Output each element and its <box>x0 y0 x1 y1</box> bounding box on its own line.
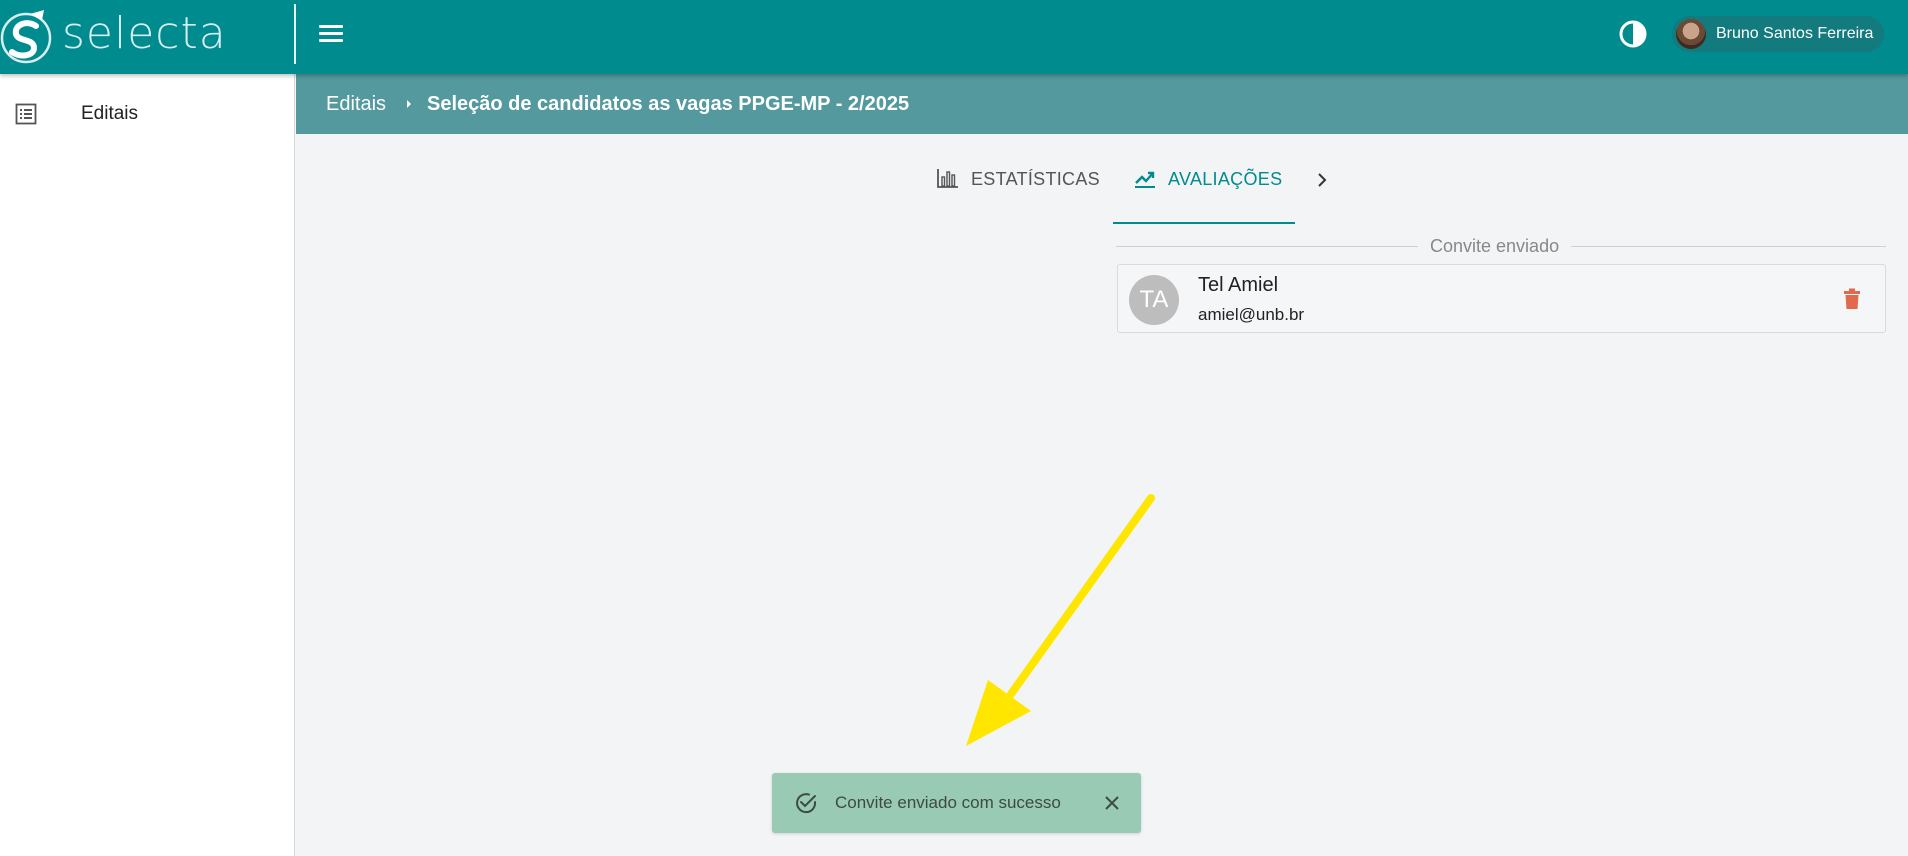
contrast-toggle-icon[interactable] <box>1617 18 1649 50</box>
section-heading: Convite enviado <box>1418 236 1572 257</box>
user-name: Bruno Santos Ferreira <box>1716 25 1874 42</box>
breadcrumb: Editais Seleção de candidatos as vagas P… <box>296 74 1908 134</box>
check-circle-icon <box>796 793 817 814</box>
trash-icon[interactable] <box>1842 287 1862 311</box>
invitee-name: Tel Amiel <box>1198 274 1279 296</box>
toast-message: Convite enviado com sucesso <box>835 793 1061 812</box>
trending-up-icon <box>1135 171 1155 188</box>
sidebar-item-editais[interactable]: Editais <box>0 94 294 134</box>
annotation-arrow-icon <box>966 494 1155 746</box>
invitee-email: amiel@unb.br <box>1198 305 1305 324</box>
hamburger-menu-icon[interactable] <box>316 22 346 48</box>
app-logo[interactable]: selecta <box>0 0 295 74</box>
avatar <box>1676 19 1706 49</box>
breadcrumb-link-editais[interactable]: Editais <box>326 93 386 116</box>
close-icon[interactable] <box>1103 794 1121 812</box>
chevron-right-icon <box>407 100 411 108</box>
list-item: TA Tel Amiel amiel@unb.br <box>1117 264 1886 333</box>
top-app-bar: selecta Bruno Santos Ferreira <box>0 0 1908 74</box>
selecta-logo-icon <box>0 10 52 64</box>
page-title: Seleção de candidatos as vagas PPGE-MP -… <box>427 93 910 115</box>
app-name: selecta <box>62 8 227 59</box>
topbar-divider <box>294 4 296 64</box>
list-icon <box>15 103 37 125</box>
sidebar-item-label: Editais <box>81 103 139 124</box>
tab-label: AVALIAÇÕES <box>1168 169 1283 189</box>
sidebar: Editais <box>0 74 295 856</box>
user-menu-button[interactable]: Bruno Santos Ferreira <box>1672 16 1884 52</box>
chevron-right-icon[interactable] <box>1312 168 1332 192</box>
bar-chart-icon <box>937 169 958 188</box>
tab-avaliacoes[interactable]: AVALIAÇÕES <box>1113 154 1295 224</box>
tab-label: ESTATÍSTICAS <box>971 169 1100 189</box>
tab-estatisticas[interactable]: ESTATÍSTICAS <box>934 154 1104 224</box>
toast-notification: Convite enviado com sucesso <box>772 773 1141 833</box>
avatar: TA <box>1129 275 1179 325</box>
